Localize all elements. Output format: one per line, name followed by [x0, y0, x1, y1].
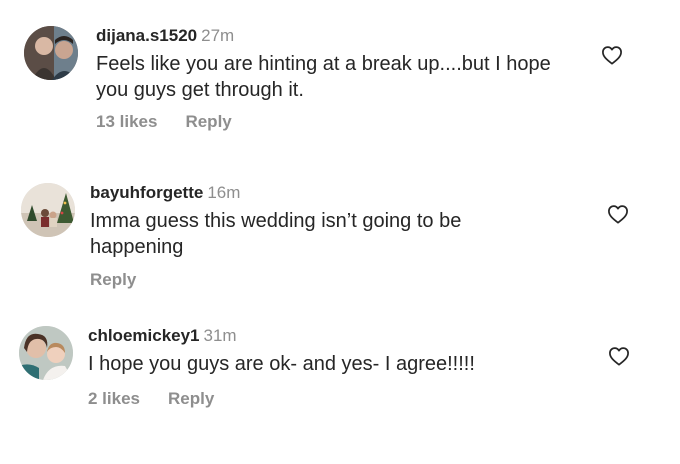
- comment-item: chloemickey1 31m I hope you guys are ok- …: [0, 0, 680, 440]
- comment-time: 31m: [203, 326, 237, 345]
- comment-text: I hope you guys are ok- and yes- I agree…: [88, 353, 475, 375]
- avatar[interactable]: [19, 326, 73, 380]
- comment-likes[interactable]: 2 likes: [88, 389, 140, 408]
- comment-meta: 2 likes Reply: [88, 389, 214, 409]
- comment-username[interactable]: chloemickey1: [88, 326, 200, 345]
- comment-header: chloemickey1 31m: [88, 326, 237, 346]
- avatar-image: [19, 326, 73, 380]
- reply-button[interactable]: Reply: [168, 389, 214, 408]
- heart-outline-icon[interactable]: [608, 346, 630, 366]
